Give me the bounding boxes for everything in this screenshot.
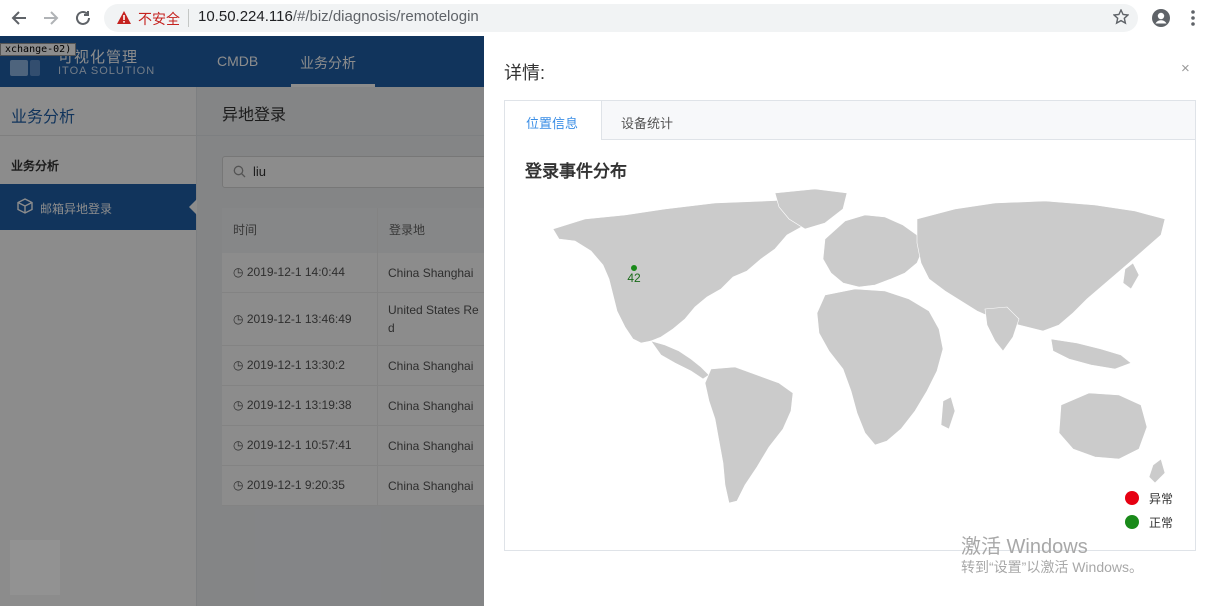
forward-icon[interactable] xyxy=(40,7,62,29)
africa-shape xyxy=(816,288,944,446)
activation-watermark-hint: 转到“设置”以激活 Windows。 xyxy=(961,559,1144,575)
url-host: 10.50.224.116 xyxy=(198,8,293,25)
marker-label: 42 xyxy=(627,271,641,285)
activation-watermark-title: 激活 Windows xyxy=(961,536,1088,558)
url-divider xyxy=(188,9,189,27)
asia-shape xyxy=(916,200,1166,332)
browser-toolbar: 不安全 10.50.224.116/#/biz/diagnosis/remote… xyxy=(0,0,1213,37)
legend-label: 正常 xyxy=(1149,516,1174,530)
security-status[interactable]: 不安全 xyxy=(138,9,180,29)
south-america-shape xyxy=(704,366,794,504)
more-menu-icon[interactable] xyxy=(1190,9,1196,30)
australia-shape xyxy=(1058,392,1148,460)
new-zealand-shape xyxy=(1148,458,1166,484)
europe-shape xyxy=(822,214,924,288)
reload-icon[interactable] xyxy=(72,7,94,29)
tab-location-info[interactable]: 位置信息 xyxy=(505,101,602,140)
back-icon[interactable] xyxy=(8,7,30,29)
legend-dot-icon xyxy=(1125,515,1139,529)
details-card: 位置信息 设备统计 登录事件分布 42 异常 正常 xyxy=(504,100,1196,551)
tab-device-stats[interactable]: 设备统计 xyxy=(621,113,673,132)
madagascar-shape xyxy=(940,396,956,430)
legend-label: 异常 xyxy=(1149,492,1174,506)
legend-dot-icon xyxy=(1125,491,1139,505)
world-map[interactable]: 42 xyxy=(525,179,1175,509)
url-path: /#/biz/diagnosis/remotelogin xyxy=(292,8,479,25)
india-shape xyxy=(984,306,1020,352)
tab-label: 位置信息 xyxy=(526,116,579,131)
url-text[interactable]: 10.50.224.116/#/biz/diagnosis/remotelogi… xyxy=(198,8,479,25)
warning-icon[interactable] xyxy=(116,10,132,28)
account-icon[interactable] xyxy=(1151,8,1171,31)
central-america-shape xyxy=(650,340,710,380)
modal-overlay[interactable] xyxy=(0,36,484,606)
drawer-title: 详情: xyxy=(504,63,546,83)
southeast-asia-shape xyxy=(1050,338,1132,370)
north-america-shape xyxy=(552,198,826,344)
tab-bar: 位置信息 设备统计 xyxy=(505,101,1195,140)
bookmark-star-icon[interactable] xyxy=(1112,8,1130,28)
corner-widget xyxy=(10,540,60,595)
close-icon[interactable]: × xyxy=(1181,60,1190,77)
details-drawer: 详情: × 位置信息 设备统计 登录事件分布 42 异常 正常 xyxy=(484,36,1213,606)
japan-shape xyxy=(1122,262,1140,290)
